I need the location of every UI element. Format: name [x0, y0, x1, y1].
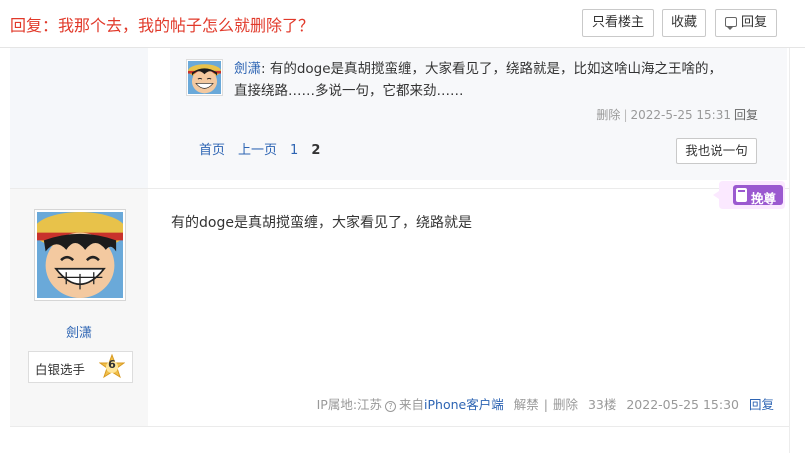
sub-reply-avatar[interactable] [186, 59, 223, 96]
unban-link[interactable]: 解禁 [514, 397, 539, 412]
post-meta: IP属地:江苏? 来自iPhone客户端 解禁 | 删除 33楼 2022-05-25… [317, 394, 774, 413]
sub-reply-timestamp: 2022-5-25 15:31 [630, 108, 731, 122]
sub-reply-pager: 首页 上一页 1 2 [199, 139, 333, 158]
separator: | [543, 397, 548, 412]
sub-reply-text-line1: 有的doge是真胡搅蛮缠，大家看见了，绕路就是，比如这啥山海之王啥的， [269, 61, 723, 77]
say-something-button[interactable]: 我也说一句 [676, 138, 757, 164]
luffy-avatar-image [33, 212, 127, 298]
post-timestamp: 2022-05-25 15:30 [626, 397, 739, 412]
sub-reply-meta: 删除 | 2022-5-25 15:31 回复 [596, 106, 758, 123]
post-divider [10, 188, 789, 189]
author-name[interactable]: 劍潇 [10, 322, 148, 341]
source-prefix: 来自 [399, 397, 425, 412]
luffy-avatar-image [188, 61, 221, 94]
separator: | [623, 108, 628, 122]
level-badge[interactable]: 白银选手 6 [28, 351, 133, 383]
level-name: 白银选手 [35, 362, 86, 377]
level-number: 6 [108, 358, 116, 371]
delete-link[interactable]: 删除 [553, 397, 578, 412]
floor-number: 33楼 [587, 397, 617, 412]
post-bottom-divider [10, 426, 789, 427]
pager-page-1[interactable]: 1 [290, 143, 298, 158]
previous-post-sidebar [10, 48, 148, 188]
pager-first[interactable]: 首页 [199, 143, 225, 158]
reply-button-label: 回复 [740, 15, 767, 30]
source-client-link[interactable]: iPhone客户端 [424, 397, 504, 412]
pager-prev[interactable]: 上一页 [238, 143, 277, 158]
scrollbar-track[interactable] [789, 48, 805, 453]
sub-reply-username[interactable]: 劍潇 [234, 61, 261, 77]
favorite-button[interactable]: 收藏 [662, 9, 706, 37]
sub-reply-delete-link[interactable]: 删除 [596, 108, 620, 122]
reply-button[interactable]: 回复 [715, 9, 777, 37]
author-avatar[interactable] [33, 209, 127, 301]
thread-title: 回复：我那个去，我的帖子怎么就删除了？ [10, 16, 315, 35]
tag-badge[interactable]: 挽尊 [713, 181, 785, 209]
pager-page-2-current: 2 [311, 143, 321, 158]
tag-label: 挽尊 [751, 191, 777, 206]
comment-icon [724, 17, 737, 30]
ip-location: IP属地:江苏 [316, 397, 383, 412]
sub-reply-content: 劍潇: 有的doge是真胡搅蛮缠，大家看见了，绕路就是，比如这啥山海之王啥的， … [234, 61, 723, 99]
sub-reply-text-line2: 直接绕路……多说一句，它都来劲…… [234, 83, 464, 99]
only-op-button[interactable]: 只看楼主 [582, 9, 654, 37]
help-question-icon[interactable]: ? [385, 401, 397, 412]
post-content: 有的doge是真胡搅蛮缠，大家看见了，绕路就是 [171, 215, 472, 231]
sub-reply-reply-link[interactable]: 回复 [734, 108, 758, 122]
thread-header: 回复：我那个去，我的帖子怎么就删除了？ 只看楼主 收藏 回复 [0, 0, 805, 48]
post-reply-link[interactable]: 回复 [749, 397, 774, 412]
